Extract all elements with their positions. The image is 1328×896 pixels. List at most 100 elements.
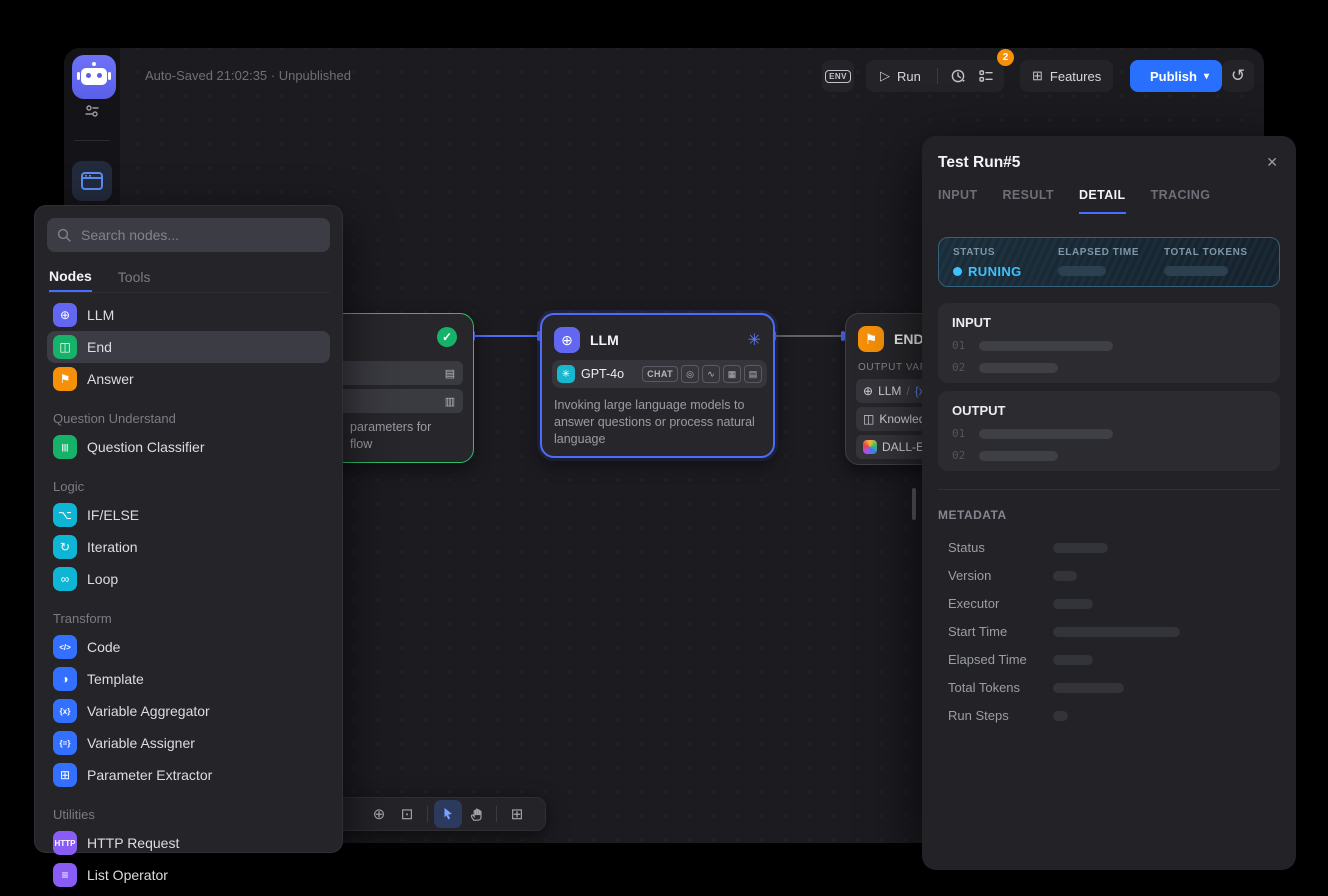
model-selector[interactable]: ✳ GPT-4o CHAT ◎ ∿ ▦ ▤ <box>552 360 767 388</box>
llm-node-title: LLM <box>590 332 619 348</box>
node-item-list-operator[interactable]: ≡ List Operator <box>47 859 330 891</box>
toolbar-divider <box>496 806 497 822</box>
features-button[interactable]: ⊞ Features <box>1020 60 1113 92</box>
row-number: 02 <box>952 361 965 374</box>
section-transform: Transform <box>47 605 330 631</box>
test-run-panel: Test Run#5 ✕ INPUT RESULT DETAIL TRACING… <box>922 136 1296 870</box>
node-item-label: Parameter Extractor <box>87 767 212 783</box>
separator: / <box>906 384 909 398</box>
code-icon: </> <box>53 635 77 659</box>
if-else-icon: ⌥ <box>53 503 77 527</box>
success-check-icon: ✓ <box>437 327 457 347</box>
skeleton-bar <box>979 429 1113 439</box>
variable-aggregator-icon: {x} <box>53 699 77 723</box>
hand-tool-button[interactable] <box>462 800 490 828</box>
metadata-row: Start Time <box>948 624 1280 639</box>
env-icon: ENV <box>825 70 851 83</box>
question-classifier-icon: ||| <box>53 435 77 459</box>
tab-result[interactable]: RESULT <box>1003 188 1054 214</box>
running-dot-icon <box>953 267 962 276</box>
node-item-label: Variable Assigner <box>87 735 195 751</box>
search-box[interactable] <box>47 218 330 252</box>
skeleton-bar <box>1053 627 1180 637</box>
add-node-button[interactable]: ⊕ <box>365 800 393 828</box>
node-item-label: Code <box>87 639 120 655</box>
preview-panel-button[interactable] <box>72 161 112 201</box>
node-item-http-request[interactable]: HTTP HTTP Request <box>47 827 330 859</box>
start-node-description-line1: parameters for <box>350 419 431 436</box>
copy-icon[interactable]: ▥ <box>441 392 459 410</box>
skeleton-bar <box>1058 266 1106 276</box>
node-item-parameter-extractor[interactable]: ⊞ Parameter Extractor <box>47 759 330 791</box>
pointer-tool-button[interactable] <box>434 800 462 828</box>
input-title: INPUT <box>952 315 1266 330</box>
app-screenshot: Auto-Saved 21:02:35 · Unpublished ENV ▷ … <box>0 0 1328 896</box>
features-button-label: Features <box>1050 69 1101 84</box>
run-button[interactable]: ▷ Run <box>870 68 931 84</box>
canvas-scrollbar[interactable] <box>912 488 916 520</box>
metadata-label: Total Tokens <box>948 680 1020 695</box>
metadata-row: Version <box>948 568 1280 583</box>
tab-nodes[interactable]: Nodes <box>49 262 92 292</box>
run-panel-tabs: INPUT RESULT DETAIL TRACING <box>938 188 1210 214</box>
node-item-label: End <box>87 339 112 355</box>
robot-face-icon <box>81 68 107 85</box>
skeleton-bar <box>979 341 1113 351</box>
features-icon: ⊞ <box>1032 68 1043 84</box>
elapsed-column: ELAPSED TIME <box>1058 247 1139 276</box>
tab-detail[interactable]: DETAIL <box>1079 188 1126 214</box>
section-divider <box>938 489 1280 490</box>
add-note-button[interactable]: ⊡ <box>393 800 421 828</box>
panel-tabs: Nodes Tools <box>47 262 330 293</box>
video-icon: ▦ <box>723 365 741 383</box>
node-item-template[interactable]: ◑ Template <box>47 663 330 695</box>
version-history-button[interactable]: ↺ <box>1222 60 1254 92</box>
node-item-if-else[interactable]: ⌥ IF/ELSE <box>47 499 330 531</box>
sidebar-divider <box>74 140 110 141</box>
node-item-answer[interactable]: ⚑ Answer <box>47 363 330 395</box>
model-name: GPT-4o <box>581 367 624 381</box>
node-item-variable-aggregator[interactable]: {x} Variable Aggregator <box>47 695 330 727</box>
close-icon[interactable]: ✕ <box>1266 154 1278 171</box>
tab-input[interactable]: INPUT <box>938 188 978 214</box>
node-item-code[interactable]: </> Code <box>47 631 330 663</box>
llm-node[interactable]: ⊕ LLM ✳ ✳ GPT-4o CHAT ◎ ∿ ▦ ▤ Invoking l… <box>540 313 775 458</box>
metadata-row: Elapsed Time <box>948 652 1280 667</box>
node-item-label: Question Classifier <box>87 439 205 455</box>
sliders-icon[interactable] <box>84 103 100 124</box>
node-item-loop[interactable]: ∞ Loop <box>47 563 330 595</box>
document-icon[interactable]: ▤ <box>441 364 459 382</box>
metadata-row: Executor <box>948 596 1280 611</box>
skeleton-bar <box>1053 543 1108 553</box>
node-item-question-classifier[interactable]: ||| Question Classifier <box>47 431 330 463</box>
list-operator-icon: ≡ <box>53 863 77 887</box>
node-item-iteration[interactable]: ↻ Iteration <box>47 531 330 563</box>
publish-button[interactable]: Publish ▾ <box>1130 60 1222 92</box>
app-logo[interactable] <box>72 55 116 99</box>
skeleton-bar <box>1053 599 1093 609</box>
llm-node-description: Invoking large language models to answer… <box>554 397 765 448</box>
robot-antenna <box>92 62 96 66</box>
toolbar-group-divider <box>937 68 938 84</box>
node-item-label: IF/ELSE <box>87 507 139 523</box>
search-input[interactable] <box>79 226 320 244</box>
row-number: 02 <box>952 449 965 462</box>
checklist-button[interactable] <box>972 62 1000 90</box>
loop-icon: ∞ <box>53 567 77 591</box>
end-icon: ◫ <box>53 335 77 359</box>
env-button[interactable]: ENV <box>822 60 854 92</box>
metadata-label: Status <box>948 540 985 555</box>
template-icon: ◑ <box>53 667 77 691</box>
tab-tools[interactable]: Tools <box>118 262 151 292</box>
section-logic: Logic <box>47 473 330 499</box>
answer-icon: ⚑ <box>53 367 77 391</box>
tab-tracing[interactable]: TRACING <box>1151 188 1211 214</box>
run-history-button[interactable] <box>944 62 972 90</box>
node-item-variable-assigner[interactable]: {=} Variable Assigner <box>47 727 330 759</box>
output-title: OUTPUT <box>952 403 1266 418</box>
iteration-icon: ↻ <box>53 535 77 559</box>
skeleton-bar <box>1053 683 1124 693</box>
node-item-end[interactable]: ◫ End <box>47 331 330 363</box>
node-item-llm[interactable]: ⊕ LLM <box>47 299 330 331</box>
organize-nodes-button[interactable]: ⊞ <box>503 800 531 828</box>
